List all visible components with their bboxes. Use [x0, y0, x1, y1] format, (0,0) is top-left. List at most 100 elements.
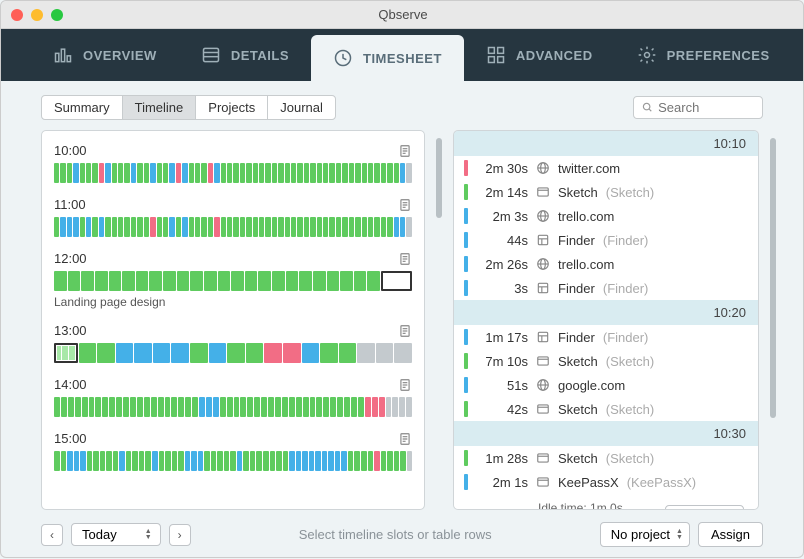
category-bar — [464, 184, 468, 200]
left-scrollbar[interactable] — [433, 130, 445, 510]
nav-preferences[interactable]: PREFERENCES — [615, 29, 792, 81]
duration: 44s — [476, 233, 528, 248]
nav-label: TIMESHEET — [363, 51, 442, 66]
duration: 3s — [476, 281, 528, 296]
subtab-summary[interactable]: Summary — [42, 96, 123, 119]
activity-panel: 10:102m 30stwitter.com2m 14sSketch (Sket… — [453, 130, 759, 510]
activity-row[interactable]: 2m 3strello.com — [454, 204, 758, 228]
next-day-button[interactable]: › — [169, 524, 191, 546]
activity-row[interactable]: 42sSketch (Sketch) — [454, 397, 758, 421]
category-bar — [464, 353, 468, 369]
activity-row[interactable]: 3sFinder (Finder) — [454, 276, 758, 300]
window-icon — [536, 475, 550, 489]
assign-button[interactable]: Assign — [698, 522, 763, 547]
main-nav: OVERVIEW DETAILS TIMESHEET ADVANCED PREFEREN… — [1, 29, 803, 81]
idle-row: Idle time: 1m 0s10:33 – 10:34Add Entry — [454, 494, 758, 510]
activity-row[interactable]: 2m 26strello.com — [454, 252, 758, 276]
add-entry-button[interactable]: Add Entry — [665, 505, 744, 510]
activity-row[interactable]: 51sgoogle.com — [454, 373, 758, 397]
nav-overview[interactable]: OVERVIEW — [31, 29, 179, 81]
activity-row[interactable]: 7m 10sSketch (Sketch) — [454, 349, 758, 373]
activity-row[interactable]: 44sFinder (Finder) — [454, 228, 758, 252]
hour-label: 11:00 — [54, 197, 86, 212]
window-icon — [536, 185, 550, 199]
subtab-journal[interactable]: Journal — [268, 96, 335, 119]
subtab-projects[interactable]: Projects — [196, 96, 268, 119]
hour-block: 15:00 — [42, 427, 424, 481]
timeline-bar[interactable] — [54, 217, 412, 237]
activity-name: trello.com — [558, 257, 614, 272]
selected-range[interactable] — [381, 271, 412, 291]
activity-name: Sketch — [558, 402, 598, 417]
search-input[interactable] — [633, 96, 763, 119]
prev-day-button[interactable]: ‹ — [41, 524, 63, 546]
section-header: 10:20 — [454, 300, 758, 325]
nav-label: PREFERENCES — [667, 48, 770, 63]
nav-label: DETAILS — [231, 48, 289, 63]
project-selector[interactable]: No project ▲▼ — [600, 522, 690, 547]
category-bar — [464, 232, 468, 248]
search-field[interactable] — [658, 100, 754, 115]
category-bar — [464, 450, 468, 466]
hour-block: 13:00 — [42, 319, 424, 373]
day-label: Today — [82, 527, 117, 542]
nav-advanced[interactable]: ADVANCED — [464, 29, 615, 81]
clock-icon — [333, 48, 353, 68]
activity-sub: (Sketch) — [606, 402, 654, 417]
hour-block: 11:00 — [42, 193, 424, 247]
selected-range[interactable] — [54, 343, 78, 363]
activity-row[interactable]: 2m 30stwitter.com — [454, 156, 758, 180]
duration: 2m 30s — [476, 161, 528, 176]
activity-sub: (Finder) — [603, 330, 649, 345]
category-bar — [464, 280, 468, 296]
window-title: Qbserve — [13, 7, 793, 22]
footer-hint: Select timeline slots or table rows — [199, 527, 592, 542]
nav-label: OVERVIEW — [83, 48, 157, 63]
nav-timesheet[interactable]: TIMESHEET — [311, 35, 464, 81]
timeline-bar[interactable] — [54, 451, 412, 471]
box-icon — [536, 281, 550, 295]
activity-row[interactable]: 1m 17sFinder (Finder) — [454, 325, 758, 349]
stepper-icon: ▲▼ — [676, 529, 683, 541]
activity-sub: (Sketch) — [606, 185, 654, 200]
globe-icon — [536, 378, 550, 392]
right-scrollbar[interactable] — [767, 130, 779, 510]
note-icon[interactable] — [398, 378, 412, 392]
note-icon[interactable] — [398, 432, 412, 446]
hour-label: 15:00 — [54, 431, 87, 446]
note-icon[interactable] — [398, 144, 412, 158]
activity-row[interactable]: 1m 28sSketch (Sketch) — [454, 446, 758, 470]
note-icon[interactable] — [398, 324, 412, 338]
duration: 1m 17s — [476, 330, 528, 345]
timeline-bar[interactable] — [54, 397, 412, 417]
nav-details[interactable]: DETAILS — [179, 29, 311, 81]
window-icon — [536, 354, 550, 368]
timeline-bar[interactable] — [54, 271, 412, 291]
note-icon[interactable] — [398, 252, 412, 266]
category-bar — [464, 474, 468, 490]
activity-row[interactable]: 2m 1sKeePassX (KeePassX) — [454, 470, 758, 494]
hour-label: 13:00 — [54, 323, 87, 338]
bars-icon — [53, 45, 73, 65]
day-selector[interactable]: Today ▲▼ — [71, 523, 161, 546]
sub-toolbar: SummaryTimelineProjectsJournal — [1, 81, 803, 130]
category-bar — [464, 401, 468, 417]
activity-name: Finder — [558, 233, 595, 248]
box-icon — [536, 330, 550, 344]
timeline-bar[interactable] — [54, 163, 412, 183]
hour-block: 10:00 — [42, 139, 424, 193]
timeline-bar[interactable] — [54, 343, 412, 363]
activity-row[interactable]: 2m 14sSketch (Sketch) — [454, 180, 758, 204]
nav-label: ADVANCED — [516, 48, 593, 63]
subtab-timeline[interactable]: Timeline — [123, 96, 197, 119]
search-icon — [642, 101, 653, 114]
activity-name: Finder — [558, 281, 595, 296]
hour-block: 12:00Landing page design — [42, 247, 424, 319]
box-icon — [536, 233, 550, 247]
duration: 1m 28s — [476, 451, 528, 466]
note-icon[interactable] — [398, 198, 412, 212]
gear-icon — [637, 45, 657, 65]
activity-sub: (KeePassX) — [627, 475, 696, 490]
duration: 51s — [476, 378, 528, 393]
category-bar — [464, 208, 468, 224]
